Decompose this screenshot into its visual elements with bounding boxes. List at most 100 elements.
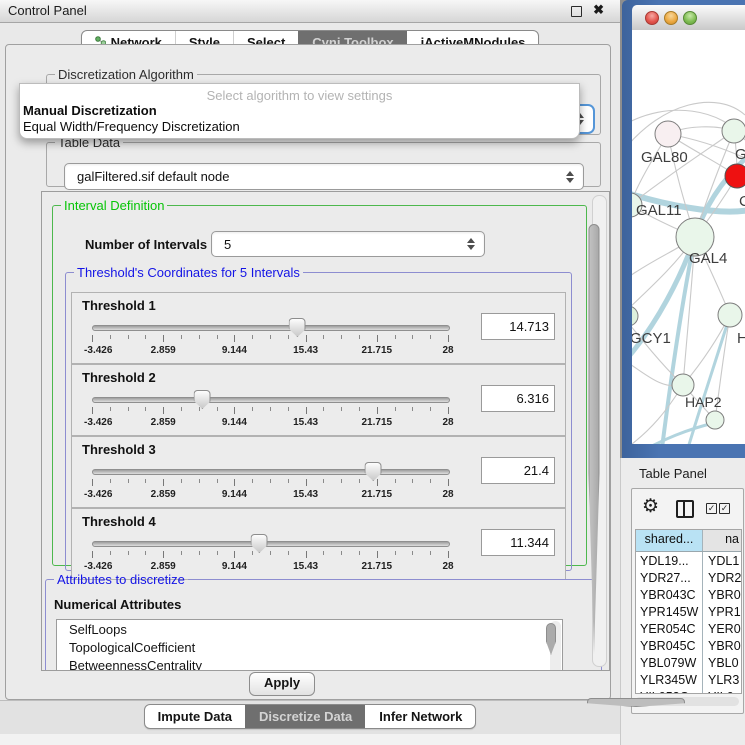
threshold-value-field[interactable] [481,457,555,484]
algorithm-dropdown-prompt: Select algorithm to view settings [20,84,579,103]
node[interactable] [718,303,742,327]
tick-label: 21.715 [362,561,393,572]
control-panel-titlebar: Control Panel ✖ [0,0,620,23]
slider-track[interactable] [92,397,450,403]
tick-mark [323,335,324,339]
threshold-label: Threshold 2 [82,370,156,385]
tick-mark [323,479,324,483]
threshold-value-field[interactable] [481,385,555,412]
node-table[interactable]: shared...na YDL19...YDL1YDR27...YDR2YBR0… [635,529,742,694]
table-row[interactable]: YBL079WYBL0 [636,654,741,671]
network-canvas[interactable]: GAL80 G C GAL11 GAL4 GCY1 H HAP2 [632,30,745,444]
mac-zoom-button[interactable] [683,11,697,25]
tick-label: 15.43 [293,489,318,500]
gear-icon[interactable]: ⚙ [642,497,659,516]
apply-button[interactable]: Apply [249,672,315,696]
network-window: GAL80 G C GAL11 GAL4 GCY1 H HAP2 [622,0,745,458]
close-icon[interactable]: ✖ [593,2,604,18]
threshold-value-field[interactable] [481,529,555,556]
table-hscrollbar[interactable] [635,697,739,706]
threshold-slider[interactable]: -3.4262.8599.14415.4321.71528 [92,391,448,433]
bottom-tab-discretize-data[interactable]: Discretize Data [245,705,365,728]
node-selected-red[interactable] [725,164,745,188]
checkbox-icon[interactable]: ✓ [706,503,717,514]
tick-mark [448,335,449,342]
table-row[interactable]: YIL052CYIL0 [636,688,741,694]
tick-mark [145,407,146,411]
bottom-tab-infer-network[interactable]: Infer Network [365,705,475,728]
table-row[interactable]: YER054CYER0 [636,620,741,637]
tick-mark [448,551,449,558]
threshold-slider[interactable]: -3.4262.8599.14415.4321.71528 [92,535,448,577]
threshold-value-field[interactable] [481,313,555,340]
table-row[interactable]: YLR345WYLR3 [636,671,741,688]
node-label: H [737,330,745,347]
table-cell: YPR145W [636,603,703,620]
tick-mark [181,479,182,483]
threshold-panel: Threshold 2 -3.4262.8599.14415.4321.7152… [71,364,566,436]
table-row[interactable]: YBR045CYBR0 [636,637,741,654]
tick-label: 28 [442,345,453,356]
tick-label: 28 [442,417,453,428]
table-data-combobox[interactable]: galFiltered.sif default node [64,163,584,190]
table-header-row[interactable]: shared...na [636,530,741,552]
tick-mark [110,407,111,411]
numerical-attributes-list[interactable]: SelfLoopsTopologicalCoefficientBetweenne… [56,619,563,671]
tick-mark [181,335,182,339]
bottom-tab-impute-data[interactable]: Impute Data [145,705,245,728]
column-header[interactable]: na [703,530,741,551]
slider-tick-labels: -3.4262.8599.14415.4321.71528 [92,417,448,429]
split-view-icon[interactable] [676,500,694,518]
threshold-slider[interactable]: -3.4262.8599.14415.4321.71528 [92,463,448,505]
tick-mark [341,407,342,411]
table-row[interactable]: YDL19...YDL1 [636,552,741,569]
table-row[interactable]: YDR27...YDR2 [636,569,741,586]
algorithm-dropdown-popup: Select algorithm to view settings Manual… [19,83,580,139]
tick-label: 28 [442,489,453,500]
tick-label: -3.426 [84,345,112,356]
node[interactable] [706,411,724,429]
node-gal80[interactable] [655,121,681,147]
slider-track[interactable] [92,469,450,475]
attributes-group-title: Attributes to discretize [54,572,188,587]
algorithm-option-equal-width-frequency-discretization[interactable]: Equal Width/Frequency Discretization [20,119,579,135]
settings-scrollpane: Interval Definition Number of Intervals … [41,191,610,671]
tick-mark [430,335,431,339]
combo-arrows-icon [467,238,475,250]
column-header[interactable]: shared... [636,530,703,551]
tick-mark [252,407,253,411]
attribute-item-topologicalcoefficient[interactable]: TopologicalCoefficient [57,638,562,656]
table-data-selected: galFiltered.sif default node [77,169,229,184]
tick-mark [341,479,342,483]
tick-mark [252,335,253,339]
threshold-slider[interactable]: -3.4262.8599.14415.4321.71528 [92,319,448,361]
mac-minimize-button[interactable] [664,11,678,25]
tick-label: 21.715 [362,345,393,356]
table-cell: YLR345W [636,671,703,688]
slider-track[interactable] [92,325,450,331]
app-root: Control Panel ✖ NetworkStyleSelectCyni T… [0,0,745,745]
table-row[interactable]: YPR145WYPR1 [636,603,741,620]
attribute-item-selfloops[interactable]: SelfLoops [57,620,562,638]
tick-mark [92,479,93,486]
checkbox-icon[interactable]: ✓ [719,503,730,514]
tick-mark [128,335,129,339]
slider-ticks [92,551,448,559]
list-scrollbar[interactable] [550,621,561,671]
attribute-item-betweennesscentrality[interactable]: BetweennessCentrality [57,656,562,671]
node[interactable] [722,119,745,143]
slider-track[interactable] [92,541,450,547]
tick-mark [145,551,146,555]
tick-mark [448,479,449,486]
mac-close-button[interactable] [645,11,659,25]
tick-label: 9.144 [222,345,247,356]
node-gcy1[interactable] [632,306,638,326]
node-hap2[interactable] [672,374,694,396]
tick-label: 28 [442,561,453,572]
numerical-attributes-heading: Numerical Attributes [54,597,181,612]
num-intervals-combobox[interactable]: 5 [211,231,485,257]
float-icon[interactable] [571,6,582,17]
table-row[interactable]: YBR043CYBR0 [636,586,741,603]
settings-scrollbar[interactable] [592,195,607,667]
algorithm-option-manual-discretization[interactable]: Manual Discretization [20,103,579,119]
